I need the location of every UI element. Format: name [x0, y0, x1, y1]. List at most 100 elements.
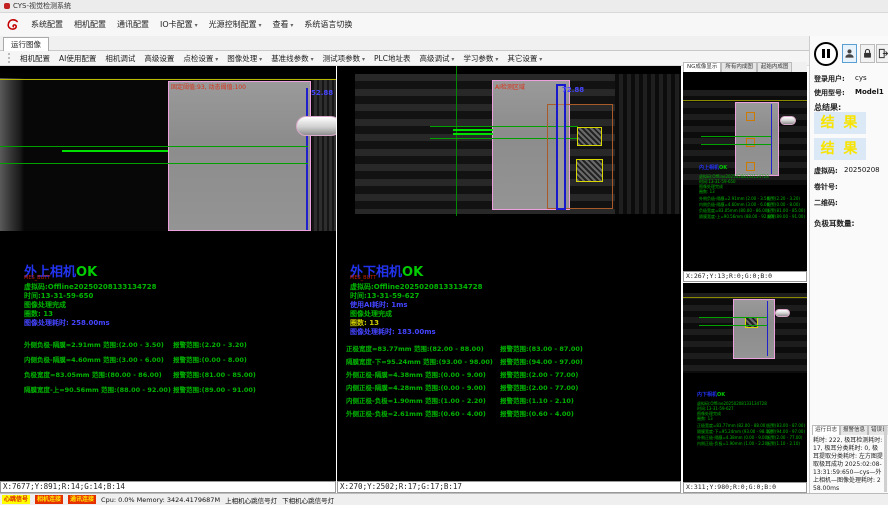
- total-result-label: 总结果:: [814, 103, 841, 112]
- tab-detect-box: [746, 112, 755, 121]
- menu-camera-config[interactable]: 相机配置: [74, 19, 106, 30]
- result-display-upper: 结 果: [814, 112, 866, 134]
- roll-region-box: [735, 102, 779, 176]
- measurement-value: 内侧正极-负极=1.90mm (1.00 - 2.20): [697, 441, 769, 447]
- green-edge-line: [0, 146, 308, 147]
- vcode-value: 20250208: [844, 166, 880, 174]
- menu-light-control-config[interactable]: 光源控制配置: [209, 19, 262, 30]
- tool-plc-address-table[interactable]: PLC地址表: [374, 53, 410, 64]
- thumbnail-view-2[interactable]: 内下相机OK 虚拟码:Offline20250208133134728 时间:1…: [683, 283, 807, 493]
- green-reference-line: [456, 66, 457, 216]
- result-ok: OK: [76, 265, 97, 280]
- tab-start-inner-images[interactable]: 起始内成图: [757, 62, 793, 72]
- right-camera-view[interactable]: AI检测区域 72.88 外下相机OK MES_BUTT 虚拟码:Offline…: [337, 66, 681, 493]
- green-edge-line: [701, 136, 771, 137]
- roller-pill: [780, 116, 796, 125]
- process-time-line: 图像处理耗时: 183.00ms: [350, 327, 436, 337]
- alarm-range: 报警范围:(81.00 - 85.00): [173, 369, 256, 379]
- loop-count-line: 圈数: 13: [697, 416, 713, 422]
- thumbnail-panel: NG成像显示 所有内成图 起始内成图 内上相机OK 虚拟码:Offline202…: [683, 62, 807, 493]
- menu-system-config[interactable]: 系统配置: [31, 19, 63, 30]
- tool-test-item-params[interactable]: 测试项参数: [323, 53, 365, 64]
- tool-other-settings[interactable]: 其它设置: [507, 53, 542, 64]
- pixel-status-bar: X:311;Y:980;R:0;G:0;B:0: [683, 482, 807, 493]
- green-edge-line: [699, 325, 767, 326]
- green-highlight-line: [453, 133, 493, 135]
- left-camera-view[interactable]: 固定阈值:93, 动态阈值:100 52.88 外上相机OK MES_BUTT …: [0, 66, 336, 493]
- app-logo-icon: [6, 17, 20, 33]
- alarm-range: 报警范围:(1.10 - 2.10): [500, 395, 574, 405]
- app-window: CYS-视觉检测系统 系统配置 相机配置 通讯配置 IO卡配置 光源控制配置 查…: [0, 0, 888, 522]
- user-login-button[interactable]: [842, 44, 857, 63]
- log-tabs: 运行日志 报警信息 错误日志: [812, 425, 888, 435]
- log-scrollbar[interactable]: [884, 426, 887, 492]
- app-icon: [4, 3, 10, 9]
- menu-language-switch[interactable]: 系统语言切换: [304, 19, 352, 30]
- menu-view[interactable]: 查看: [273, 19, 294, 30]
- measurement-value: 隔膜宽度-下=95.24mm 范围:(93.00 - 98.00): [346, 356, 493, 366]
- menu-comm-config[interactable]: 通讯配置: [117, 19, 149, 30]
- tab-run-log[interactable]: 运行日志: [812, 425, 840, 435]
- login-label: 登录用户:: [814, 75, 845, 83]
- exit-icon: [878, 48, 888, 59]
- machine-stripes: [615, 74, 681, 214]
- pause-button[interactable]: [814, 42, 838, 66]
- threshold-label: 固定阈值:93, 动态阈值:100: [171, 82, 246, 91]
- titlebar: CYS-视觉检测系统: [0, 0, 888, 13]
- tab-alarm-info[interactable]: 报警信息: [840, 425, 868, 435]
- camera-name: 内上相机: [699, 165, 719, 171]
- measurement-value: 隔膜宽度-上=90.56mm (88.00 - 92.00): [699, 214, 774, 220]
- camera-result-title: 内上相机OK: [699, 164, 727, 171]
- tool-camera-debug[interactable]: 相机调试: [105, 53, 135, 64]
- tool-camera-config[interactable]: 相机配置: [20, 53, 50, 64]
- lock-button[interactable]: [860, 44, 875, 63]
- page-tab-strip: 运行图像: [0, 36, 809, 51]
- process-time-line: 图像处理耗时: 258.00ms: [24, 318, 110, 328]
- measure-value-label: 72.88: [562, 86, 584, 94]
- tab-detect-box: [745, 317, 758, 328]
- pixel-status-bar: X:267;Y:13;R:0;G:0;B:0: [683, 271, 807, 282]
- green-highlight-line: [453, 129, 493, 131]
- alarm-range: 报警范围:(83.00 - 87.00): [500, 343, 583, 353]
- roller-pill: [775, 309, 790, 317]
- measurement-value: 正极宽度=83.77mm 范围:(82.00 - 88.00): [346, 343, 484, 353]
- toolbar-grip-icon: [8, 53, 10, 63]
- result-ok: OK: [719, 165, 727, 171]
- exit-button[interactable]: [876, 44, 888, 63]
- tab-all-inner-images[interactable]: 所有内成图: [721, 62, 757, 72]
- tool-learning-params[interactable]: 学习参数: [463, 53, 498, 64]
- tab-detect-box: [746, 138, 755, 147]
- tab-ng-image[interactable]: NG成像显示: [683, 62, 721, 72]
- result-ok: OK: [402, 265, 423, 280]
- blue-measure-box: [556, 84, 566, 210]
- roll-region-box: [733, 299, 775, 359]
- qrcode-label: 二维码:: [814, 199, 838, 207]
- olive-baseline: [683, 297, 807, 298]
- thumbnail-view-1[interactable]: 内上相机OK 虚拟码:Offline20250208133134728 时间:1…: [683, 72, 807, 282]
- tab-run-image[interactable]: 运行图像: [3, 37, 49, 51]
- tool-ai-config[interactable]: AI使用配置: [59, 53, 96, 64]
- measurement-value: 负极宽度=83.05mm 范围:(80.00 - 86.00): [24, 369, 162, 379]
- menu-io-config[interactable]: IO卡配置: [160, 19, 198, 30]
- user-icon: [844, 48, 855, 59]
- tool-advanced-debug[interactable]: 高级调试: [419, 53, 454, 64]
- lock-icon: [862, 48, 873, 59]
- thumbnail-tabs: NG成像显示 所有内成图 起始内成图: [683, 62, 807, 72]
- tab-detect-box: [576, 159, 603, 182]
- mes-subtitle: MES_BUTT: [350, 275, 376, 281]
- blue-measure-line: [771, 104, 772, 174]
- green-edge-line: [699, 317, 767, 318]
- tool-spot-check-settings[interactable]: 点检设置: [183, 53, 218, 64]
- green-edge-line: [0, 163, 308, 164]
- olive-baseline: [683, 100, 807, 101]
- tool-baseline-params[interactable]: 基准线参数: [271, 53, 313, 64]
- window-title: CYS-视觉检测系统: [13, 1, 71, 11]
- comm-link-badge: 通讯连接: [68, 495, 96, 504]
- pixel-status-bar: X:7677;Y:891;R:14;G:14;B:14: [0, 481, 336, 493]
- tool-advanced-settings[interactable]: 高级设置: [144, 53, 174, 64]
- measurement-value: 内侧正极-负极=1.90mm 范围:(1.00 - 2.20): [346, 395, 486, 405]
- status-bar: 心跳信号 相机连接 通讯连接 Cpu: 0.0% Memory: 3424.41…: [0, 493, 888, 505]
- tool-image-processing[interactable]: 图像处理: [227, 53, 262, 64]
- measurement-value: 外侧负极-隔膜=2.91mm 范围:(2.00 - 3.50): [24, 339, 164, 349]
- measurement-value: 内侧负极-隔膜=4.60mm 范围:(3.00 - 6.00): [24, 354, 164, 364]
